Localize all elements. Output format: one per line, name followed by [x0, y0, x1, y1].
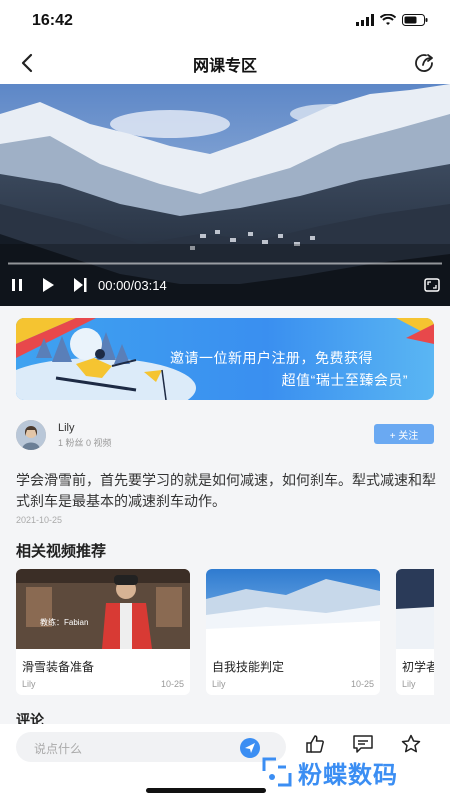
related-card-title: 初学者 — [402, 660, 434, 674]
post-date: 2021-10-25 — [16, 515, 63, 525]
promo-banner[interactable]: 邀请一位新用户注册，免费获得 超值“瑞士至臻会员” — [16, 318, 434, 400]
comment-icon — [353, 735, 373, 753]
video-player[interactable]: 00:00/03:14 — [0, 84, 450, 306]
related-card[interactable]: 初学者 Lily — [396, 569, 434, 695]
banner-text-line1: 邀请一位新用户注册，免费获得 — [170, 350, 373, 366]
watermark: 粉蝶数码 — [260, 752, 398, 792]
status-bar: 16:42 — [0, 0, 450, 42]
watermark-logo-icon — [262, 757, 292, 787]
related-list: 教练：Fabian 滑雪装备准备 Lily 10-25 自我技能判定 Lily … — [16, 569, 434, 697]
home-indicator — [146, 788, 266, 793]
related-thumbnail — [396, 569, 434, 649]
related-thumbnail: 教练：Fabian — [16, 569, 190, 649]
coach-image — [16, 569, 190, 649]
related-thumbnail — [206, 569, 380, 649]
follow-button[interactable]: + 关注 — [374, 424, 434, 444]
nav-bar: 网课专区 — [0, 42, 450, 84]
author-name[interactable]: Lily — [58, 422, 75, 434]
avatar[interactable] — [16, 420, 46, 450]
slope-image — [206, 569, 380, 649]
pause-icon[interactable] — [10, 278, 24, 292]
related-card-title: 自我技能判定 — [212, 660, 285, 674]
video-progress-bar[interactable] — [8, 262, 442, 265]
related-card-author: Lily — [22, 679, 36, 689]
coach-caption: 教练：Fabian — [40, 618, 89, 627]
related-card[interactable]: 教练：Fabian 滑雪装备准备 Lily 10-25 — [16, 569, 190, 695]
watermark-text: 粉蝶数码 — [298, 761, 398, 789]
send-icon — [245, 743, 255, 753]
snow-image — [396, 569, 434, 649]
related-card[interactable]: 自我技能判定 Lily 10-25 — [206, 569, 380, 695]
author-stats: 1 粉丝 0 视频 — [58, 438, 112, 448]
post-description: 学会滑雪前，首先要学习的就是如何减速，如何刹车。犁式减速和犁式刹车是最基本的减速… — [16, 472, 436, 509]
share-icon — [415, 54, 433, 72]
video-frame — [0, 84, 450, 306]
related-title: 相关视频推荐 — [16, 543, 107, 560]
comment-input[interactable]: 说点什么 — [16, 732, 286, 762]
signal-icon — [356, 14, 374, 26]
status-icons — [356, 14, 428, 26]
comment-placeholder: 说点什么 — [34, 742, 83, 756]
thumbs-up-icon — [306, 735, 324, 753]
related-card-date: 10-25 — [160, 679, 184, 689]
related-card-date: 10-25 — [350, 679, 374, 689]
battery-icon — [402, 14, 428, 26]
related-card-author: Lily — [212, 679, 226, 689]
play-icon[interactable] — [40, 277, 56, 293]
star-icon — [401, 734, 421, 753]
next-icon[interactable] — [72, 277, 88, 293]
send-button[interactable] — [240, 738, 260, 758]
related-card-title: 滑雪装备准备 — [22, 660, 95, 674]
share-button[interactable] — [410, 49, 438, 77]
video-time: 00:00/03:14 — [98, 278, 167, 293]
favorite-button[interactable] — [399, 732, 423, 756]
avatar-image — [16, 420, 46, 450]
wifi-icon — [380, 14, 396, 25]
status-time: 16:42 — [32, 12, 73, 29]
author-row: Lily 1 粉丝 0 视频 + 关注 — [16, 420, 434, 452]
page-title: 网课专区 — [192, 58, 257, 75]
banner-text-line2: 超值“瑞士至臻会员” — [281, 372, 408, 388]
fullscreen-icon[interactable] — [424, 277, 440, 293]
related-card-author: Lily — [402, 679, 416, 689]
